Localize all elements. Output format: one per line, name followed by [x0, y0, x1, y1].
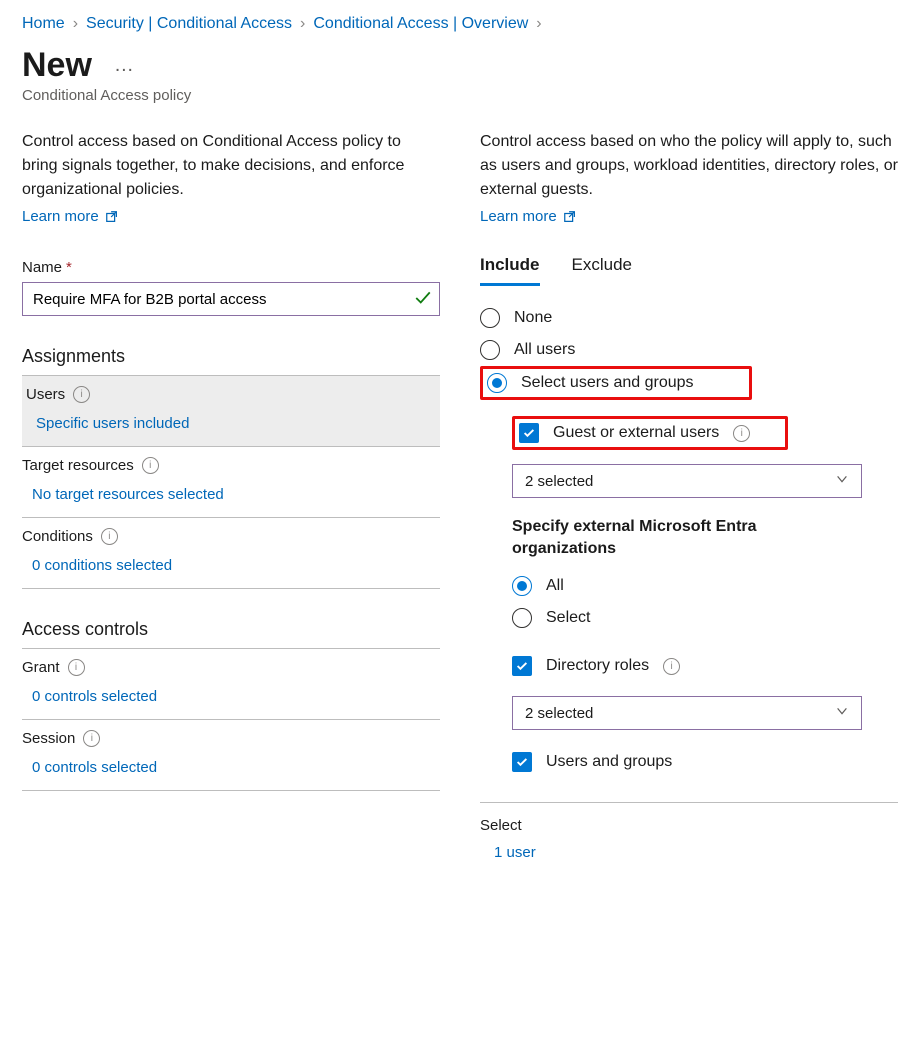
info-icon[interactable]: i	[733, 425, 750, 442]
chevron-right-icon: ›	[536, 14, 541, 34]
select-users-link[interactable]: 1 user	[494, 844, 536, 861]
checkbox-icon	[519, 423, 539, 443]
radio-icon	[480, 308, 500, 328]
checkbox-guest-label: Guest or external users	[553, 424, 719, 442]
conditions-label: Conditions	[22, 528, 93, 545]
session-label: Session	[22, 730, 75, 747]
radio-select-label: Select users and groups	[521, 374, 694, 392]
checkbox-directory-label: Directory roles	[546, 657, 649, 675]
info-icon[interactable]: i	[101, 528, 118, 545]
chevron-down-icon	[835, 472, 849, 490]
name-field-label: Name*	[22, 259, 440, 276]
left-column: Control access based on Conditional Acce…	[22, 130, 440, 791]
radio-icon	[487, 373, 507, 393]
conditions-status-link[interactable]: 0 conditions selected	[32, 557, 172, 574]
dropdown-value: 2 selected	[525, 705, 593, 722]
breadcrumb-security[interactable]: Security | Conditional Access	[86, 14, 292, 34]
radio-orgs-all-label: All	[546, 577, 564, 595]
page-subtitle: Conditional Access policy	[22, 87, 882, 104]
checkbox-users-groups-label: Users and groups	[546, 753, 672, 771]
target-resources-panel[interactable]: Target resources i No target resources s…	[22, 447, 440, 518]
chevron-down-icon	[835, 704, 849, 722]
tab-include[interactable]: Include	[480, 255, 540, 286]
right-column: Control access based on who the policy w…	[480, 130, 898, 861]
users-status-link[interactable]: Specific users included	[36, 415, 189, 432]
checkbox-guest-external[interactable]: Guest or external users i	[512, 416, 788, 450]
radio-orgs-select[interactable]: Select	[512, 602, 898, 634]
select-section-label: Select	[480, 817, 898, 834]
learn-more-link-right[interactable]: Learn more	[480, 208, 577, 225]
session-panel[interactable]: Session i 0 controls selected	[22, 720, 440, 791]
external-link-icon	[105, 210, 119, 224]
info-icon[interactable]: i	[73, 386, 90, 403]
tab-exclude[interactable]: Exclude	[572, 255, 632, 286]
page-title: New	[22, 46, 92, 85]
left-description: Control access based on Conditional Acce…	[22, 130, 440, 202]
radio-icon	[512, 576, 532, 596]
checkbox-users-and-groups[interactable]: Users and groups	[512, 746, 898, 778]
checkbox-icon	[512, 656, 532, 676]
info-icon[interactable]: i	[663, 658, 680, 675]
radio-orgs-select-label: Select	[546, 609, 590, 627]
breadcrumb-home[interactable]: Home	[22, 14, 65, 34]
chevron-right-icon: ›	[300, 14, 305, 34]
directory-roles-dropdown[interactable]: 2 selected	[512, 696, 862, 730]
conditions-panel[interactable]: Conditions i 0 conditions selected	[22, 518, 440, 589]
checkbox-directory-roles[interactable]: Directory roles i	[512, 650, 898, 682]
more-actions-button[interactable]: …	[114, 54, 136, 77]
breadcrumb: Home › Security | Conditional Access › C…	[22, 14, 882, 34]
grant-label: Grant	[22, 659, 60, 676]
access-controls-heading: Access controls	[22, 619, 440, 649]
radio-all-users[interactable]: All users	[480, 334, 898, 366]
session-status-link[interactable]: 0 controls selected	[32, 759, 157, 776]
users-panel[interactable]: Users i Specific users included	[22, 376, 440, 447]
external-link-icon	[563, 210, 577, 224]
radio-icon	[480, 340, 500, 360]
info-icon[interactable]: i	[83, 730, 100, 747]
dropdown-value: 2 selected	[525, 473, 593, 490]
name-input[interactable]	[22, 282, 440, 316]
include-exclude-tabs: Include Exclude	[480, 255, 898, 286]
right-description: Control access based on who the policy w…	[480, 130, 898, 202]
breadcrumb-overview[interactable]: Conditional Access | Overview	[313, 14, 528, 34]
checkbox-icon	[512, 752, 532, 772]
users-label: Users	[26, 386, 65, 403]
target-resources-status-link[interactable]: No target resources selected	[32, 486, 224, 503]
info-icon[interactable]: i	[68, 659, 85, 676]
info-icon[interactable]: i	[142, 457, 159, 474]
grant-status-link[interactable]: 0 controls selected	[32, 688, 157, 705]
radio-none-label: None	[514, 309, 552, 327]
specify-orgs-heading: Specify external Microsoft Entra organiz…	[512, 516, 842, 560]
validation-check-icon	[414, 289, 432, 311]
radio-icon	[512, 608, 532, 628]
grant-panel[interactable]: Grant i 0 controls selected	[22, 649, 440, 720]
radio-select-users-groups[interactable]: Select users and groups	[480, 366, 752, 400]
learn-more-link-left[interactable]: Learn more	[22, 208, 119, 225]
radio-all-users-label: All users	[514, 341, 575, 359]
guest-types-dropdown[interactable]: 2 selected	[512, 464, 862, 498]
radio-orgs-all[interactable]: All	[512, 570, 898, 602]
learn-more-text: Learn more	[22, 208, 99, 225]
assignments-heading: Assignments	[22, 346, 440, 376]
chevron-right-icon: ›	[73, 14, 78, 34]
learn-more-text: Learn more	[480, 208, 557, 225]
target-resources-label: Target resources	[22, 457, 134, 474]
radio-none[interactable]: None	[480, 302, 898, 334]
